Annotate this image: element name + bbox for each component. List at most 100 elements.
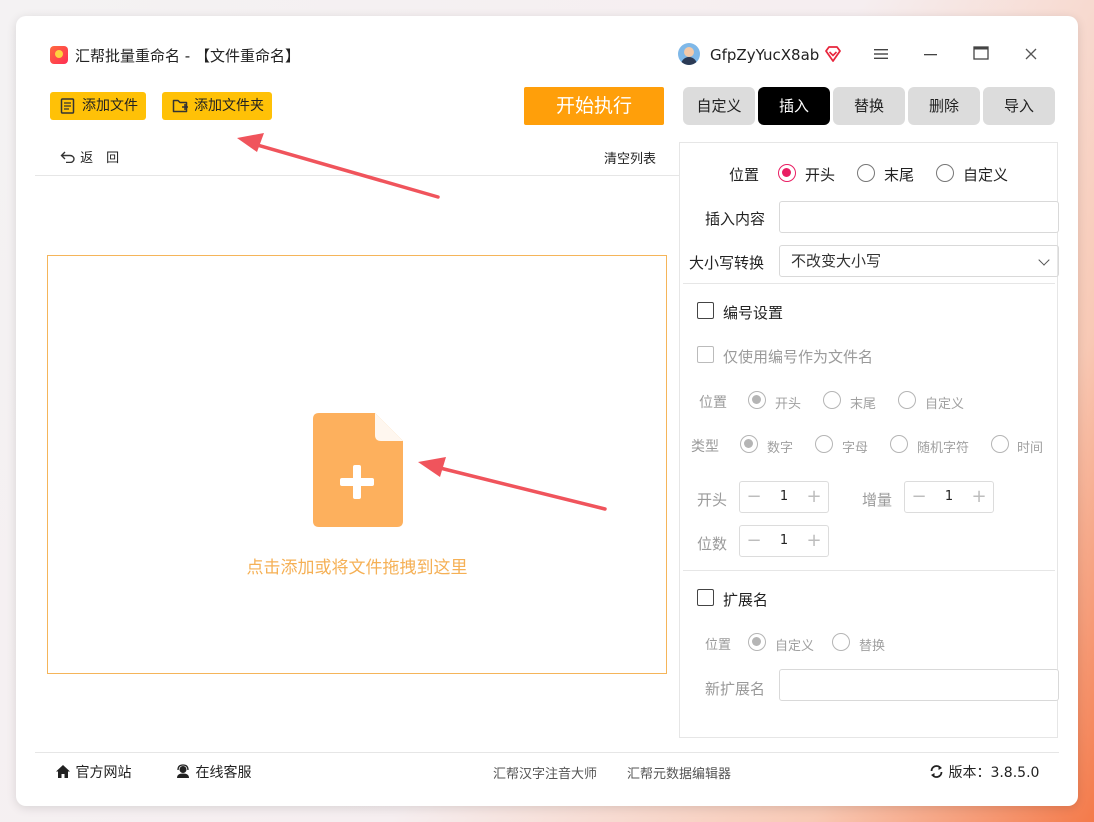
hamburger-icon [874, 49, 888, 59]
numbering-checkbox[interactable] [697, 302, 714, 319]
extension-label[interactable]: 扩展名 [723, 589, 768, 610]
add-file-icon [60, 98, 75, 114]
close-button[interactable] [1019, 44, 1043, 66]
username[interactable]: GfpZyYucX8ab [710, 46, 819, 64]
chevron-down-icon [1038, 254, 1050, 266]
number-type-label: 类型 [691, 439, 719, 455]
number-digits-value[interactable]: 1 [768, 526, 800, 556]
number-position-end-radio[interactable] [823, 391, 841, 409]
panel-border-top [679, 142, 1058, 143]
insert-position-label: 位置 [729, 166, 760, 184]
home-icon [56, 765, 70, 778]
number-increment-decrement[interactable]: − [905, 482, 933, 512]
number-digits-increment[interactable]: + [800, 526, 828, 556]
add-folder-button[interactable]: 添加文件夹 [162, 92, 272, 120]
start-button[interactable]: 开始执行 [524, 87, 664, 125]
number-digits-label: 位数 [697, 535, 728, 553]
extension-checkbox[interactable] [697, 589, 714, 606]
number-increment-value[interactable]: 1 [933, 482, 965, 512]
official-website-link[interactable]: 官方网站 [55, 762, 131, 782]
insert-position-end-radio[interactable] [857, 164, 875, 182]
number-type-time-radio[interactable] [991, 435, 1009, 453]
insert-position-custom-radio[interactable] [936, 164, 954, 182]
only-number-checkbox[interactable] [697, 346, 714, 363]
case-convert-value: 不改变大小写 [791, 252, 882, 270]
footer-link-pinyin[interactable]: 汇帮汉字注音大师 [493, 763, 597, 782]
number-type-letter-radio[interactable] [815, 435, 833, 453]
extension-custom-radio[interactable] [748, 633, 766, 651]
number-increment-increment[interactable]: + [965, 482, 993, 512]
case-convert-label: 大小写转换 [689, 254, 765, 272]
numbering-label[interactable]: 编号设置 [723, 302, 783, 323]
number-type-digit-label[interactable]: 数字 [767, 437, 793, 456]
tab-delete[interactable]: 删除 [908, 87, 980, 125]
number-position-start-radio[interactable] [748, 391, 766, 409]
close-icon [1025, 48, 1037, 60]
tab-insert[interactable]: 插入 [758, 87, 830, 125]
number-type-time-label[interactable]: 时间 [1017, 437, 1043, 456]
number-start-increment[interactable]: + [800, 482, 828, 512]
undo-arrow-icon [60, 151, 75, 164]
version-info[interactable]: 版本：3.8.5.0 [929, 762, 1039, 782]
tab-replace[interactable]: 替换 [833, 87, 905, 125]
extension-replace-radio[interactable] [832, 633, 850, 651]
insert-position-custom-label[interactable]: 自定义 [963, 164, 1008, 185]
add-folder-label: 添加文件夹 [194, 98, 264, 114]
number-position-custom-label[interactable]: 自定义 [925, 393, 964, 412]
number-position-end-label[interactable]: 末尾 [850, 393, 876, 412]
number-start-label: 开头 [697, 491, 728, 509]
new-extension-label: 新扩展名 [705, 680, 766, 698]
panel-border-bottom [679, 737, 1058, 738]
user-avatar[interactable] [678, 43, 700, 65]
section-divider-1 [683, 283, 1055, 284]
number-start-decrement[interactable]: − [740, 482, 768, 512]
online-support-label: 在线客服 [195, 765, 252, 781]
extension-custom-label[interactable]: 自定义 [775, 635, 814, 654]
official-website-label: 官方网站 [75, 765, 132, 781]
app-window: 汇帮批量重命名 - 【文件重命名】 GfpZyYucX8ab 添加文件 添加文件… [16, 16, 1078, 806]
minimize-icon [924, 54, 937, 56]
number-digits-decrement[interactable]: − [740, 526, 768, 556]
tab-custom[interactable]: 自定义 [683, 87, 755, 125]
add-file-button[interactable]: 添加文件 [50, 92, 146, 120]
footer-link-metadata[interactable]: 汇帮元数据编辑器 [627, 763, 731, 782]
footer-divider [35, 752, 1059, 753]
minimize-button[interactable] [919, 44, 943, 66]
new-extension-input[interactable] [779, 669, 1059, 701]
number-position-custom-radio[interactable] [898, 391, 916, 409]
back-label: 返 回 [80, 151, 120, 166]
case-convert-select[interactable]: 不改变大小写 [779, 245, 1059, 277]
maximize-button[interactable] [969, 44, 993, 66]
number-type-random-label[interactable]: 随机字符 [917, 437, 969, 456]
number-position-label: 位置 [699, 395, 727, 411]
back-button[interactable]: 返 回 [60, 147, 119, 166]
number-type-digit-radio[interactable] [740, 435, 758, 453]
number-type-random-radio[interactable] [890, 435, 908, 453]
number-digits-stepper: − 1 + [739, 525, 829, 557]
insert-position-start-radio[interactable] [778, 164, 796, 182]
refresh-icon [930, 765, 943, 778]
title-bar: 汇帮批量重命名 - 【文件重命名】 GfpZyYucX8ab [16, 16, 1078, 78]
list-header-divider [35, 175, 680, 176]
insert-position-end-label[interactable]: 末尾 [884, 164, 914, 185]
insert-content-input[interactable] [779, 201, 1059, 233]
file-drop-zone[interactable]: 点击添加或将文件拖拽到这里 [47, 255, 667, 674]
number-increment-stepper: − 1 + [904, 481, 994, 513]
vip-diamond-icon[interactable] [823, 44, 843, 64]
app-logo-icon [50, 46, 68, 64]
menu-button[interactable] [869, 44, 893, 66]
insert-content-label: 插入内容 [705, 210, 766, 228]
online-support-link[interactable]: 在线客服 [175, 762, 251, 782]
clear-list-button[interactable]: 清空列表 [604, 148, 656, 167]
extension-position-label: 位置 [705, 638, 732, 653]
insert-position-start-label[interactable]: 开头 [805, 164, 835, 185]
only-number-label: 仅使用编号作为文件名 [723, 348, 874, 366]
arrow-to-add-buttons [237, 133, 440, 199]
number-start-value[interactable]: 1 [768, 482, 800, 512]
number-increment-label: 增量 [862, 491, 893, 509]
number-type-letter-label[interactable]: 字母 [842, 437, 868, 456]
extension-replace-label[interactable]: 替换 [859, 635, 885, 654]
tab-import[interactable]: 导入 [983, 87, 1055, 125]
file-add-icon [313, 413, 403, 527]
number-position-start-label[interactable]: 开头 [775, 393, 801, 412]
